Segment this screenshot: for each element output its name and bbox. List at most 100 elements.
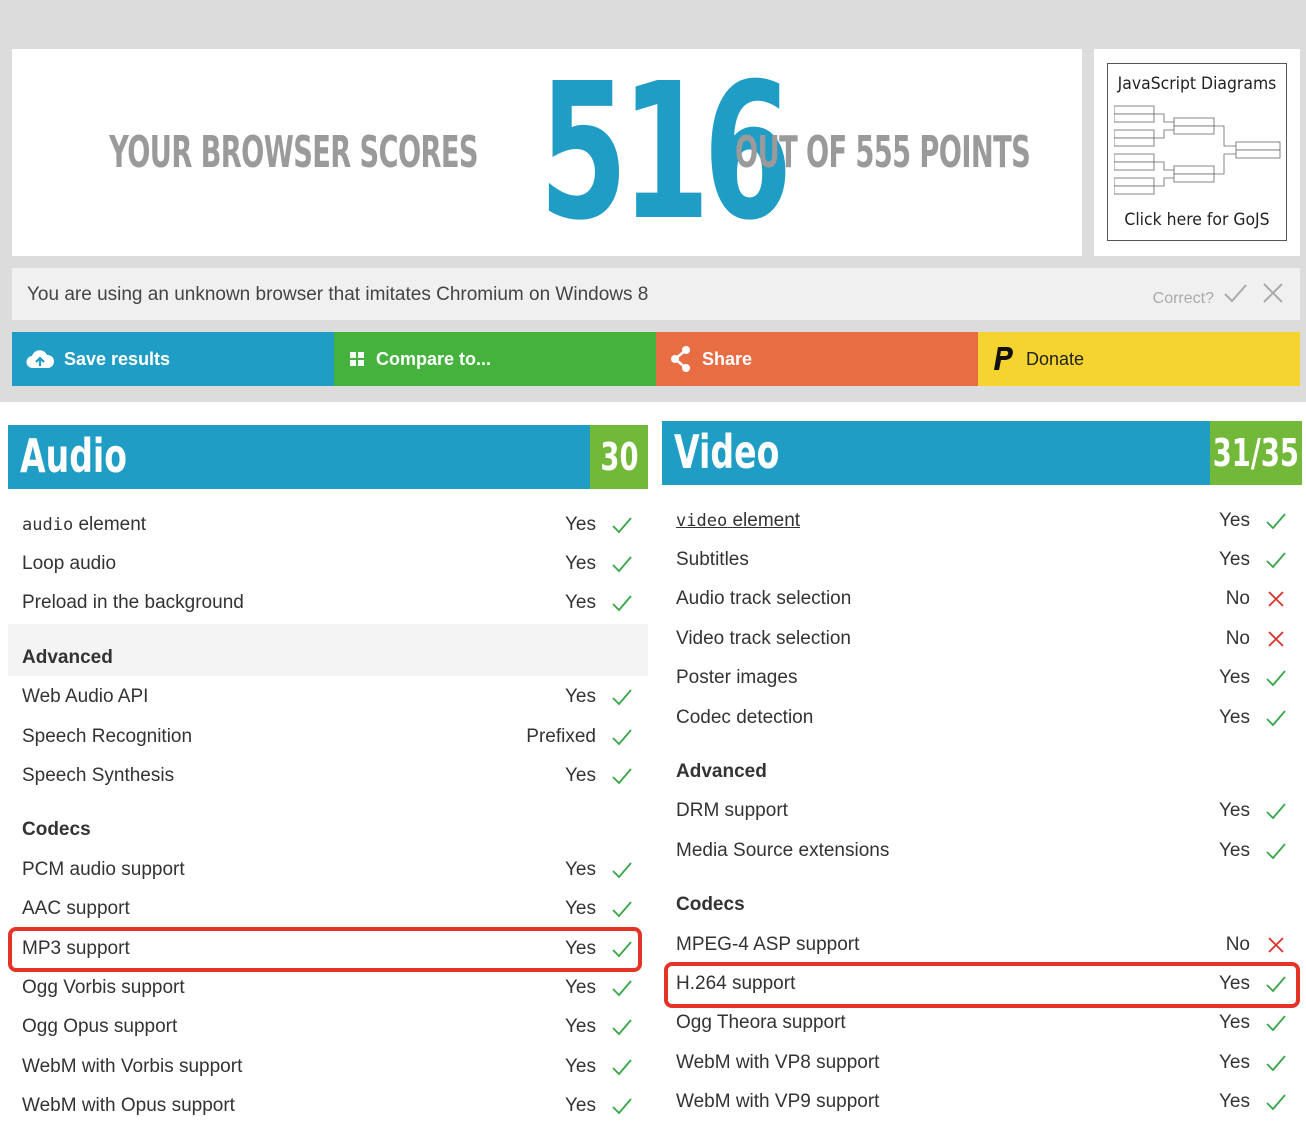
check-icon	[612, 980, 632, 997]
feature-label: Speech Recognition	[22, 726, 192, 748]
check-icon	[612, 556, 632, 573]
action-bar: Save results Compare to... Share Donate	[12, 332, 1300, 386]
feature-row[interactable]: Audio track selection No	[662, 580, 1302, 619]
check-icon	[612, 689, 632, 706]
gojs-ad[interactable]: JavaScript Diagrams Click here for GoJS	[1094, 49, 1300, 256]
feature-text: Loop audio	[22, 552, 117, 574]
feature-label: Ogg Vorbis support	[22, 977, 185, 999]
feature-label: Subtitles	[676, 549, 749, 571]
feature-row[interactable]: Codec detection Yes	[662, 698, 1302, 737]
feature-text: Ogg Vorbis support	[22, 976, 185, 998]
ad-frame[interactable]: JavaScript Diagrams Click here for GoJS	[1107, 63, 1287, 241]
check-icon	[612, 862, 632, 879]
feature-row[interactable]: Speech Recognition Prefixed	[8, 717, 648, 756]
feature-result: Yes	[1219, 509, 1250, 531]
share-label: Share	[702, 348, 753, 369]
feature-row[interactable]: Video track selection No	[662, 619, 1302, 658]
feature-row[interactable]: Speech Synthesis Yes	[8, 756, 648, 795]
feature-row[interactable]: Ogg Theora support Yes	[662, 1004, 1302, 1043]
check-icon	[612, 768, 632, 785]
check-icon	[1266, 1094, 1286, 1111]
audio-title: Audio	[20, 429, 128, 483]
check-icon	[1266, 512, 1286, 529]
check-icon	[612, 728, 632, 745]
donate-button[interactable]: Donate	[978, 332, 1300, 386]
feature-result: Yes	[1219, 1051, 1250, 1073]
feature-row[interactable]: Loop audio Yes	[8, 544, 648, 583]
feature-row[interactable]: WebM with VP9 support Yes	[662, 1083, 1302, 1122]
feature-result: Yes	[1219, 1012, 1250, 1034]
feature-row[interactable]: Subtitles Yes	[662, 540, 1302, 579]
feature-label: Loop audio	[22, 553, 116, 575]
ad-cta[interactable]: Click here for GoJS	[1115, 210, 1279, 230]
feature-label: Media Source extensions	[676, 840, 889, 862]
browser-info-bar: You are using an unknown browser that im…	[12, 268, 1300, 320]
ad-title: JavaScript Diagrams	[1117, 74, 1277, 94]
feature-row[interactable]: video element Yes	[662, 501, 1302, 540]
feature-row[interactable]: PCM audio support Yes	[8, 850, 648, 889]
feature-label: Ogg Theora support	[676, 1012, 846, 1034]
feature-text: MPEG-4 ASP support	[676, 933, 860, 955]
check-icon	[612, 1059, 632, 1076]
feature-label: MPEG-4 ASP support	[676, 934, 859, 956]
feature-text: Preload in the background	[22, 592, 244, 614]
feature-label: Preload in the background	[22, 592, 244, 614]
feature-label[interactable]: video element	[676, 510, 800, 532]
feature-text: Ogg Opus support	[22, 1016, 178, 1038]
feature-row[interactable]: audio element Yes	[8, 505, 648, 544]
feature-text: Web Audio API	[22, 686, 149, 708]
feature-row[interactable]: Ogg Opus support Yes	[8, 1008, 648, 1047]
cross-icon	[1268, 631, 1284, 647]
feature-label: audio element	[22, 514, 146, 536]
compare-to-button[interactable]: Compare to...	[334, 332, 656, 386]
feature-row[interactable]: WebM with Opus support Yes	[8, 1087, 648, 1126]
feature-result: Yes	[565, 592, 596, 614]
confirm-check-icon[interactable]	[1222, 280, 1248, 306]
feature-row[interactable]: Poster images Yes	[662, 659, 1302, 698]
save-results-label: Save results	[64, 348, 171, 369]
section-heading: Advanced	[8, 638, 648, 677]
diagram-thumbnail-icon	[1114, 105, 1281, 195]
feature-label: WebM with VP9 support	[676, 1091, 879, 1113]
feature-result: Yes	[565, 898, 596, 920]
share-button[interactable]: Share	[656, 332, 978, 386]
feature-row[interactable]: WebM with VP8 support Yes	[662, 1043, 1302, 1082]
check-icon	[612, 516, 632, 533]
correct-label: Correct?	[1152, 290, 1214, 307]
section-heading: Advanced	[662, 752, 1302, 791]
feature-result: Yes	[565, 1055, 596, 1077]
check-icon	[1266, 552, 1286, 569]
audio-header: Audio 30	[8, 425, 648, 489]
video-header: Video 31/35	[662, 421, 1302, 485]
check-icon	[612, 595, 632, 612]
feature-text: Advanced	[22, 646, 113, 668]
feature-text: Poster images	[676, 667, 798, 689]
feature-row[interactable]: Media Source extensions Yes	[662, 831, 1302, 870]
feature-row[interactable]: DRM support Yes	[662, 792, 1302, 831]
save-results-button[interactable]: Save results	[12, 332, 334, 386]
feature-code: video	[676, 510, 728, 531]
feature-row[interactable]: MPEG-4 ASP support No	[662, 925, 1302, 964]
feature-row[interactable]: WebM with Vorbis support Yes	[8, 1047, 648, 1086]
section-heading: Codecs	[662, 886, 1302, 925]
feature-label: Speech Synthesis	[22, 765, 174, 787]
feature-text: Advanced	[676, 760, 767, 782]
reject-x-icon[interactable]	[1262, 282, 1284, 304]
share-icon	[671, 346, 690, 372]
feature-label: WebM with VP8 support	[676, 1052, 879, 1074]
feature-text: Codecs	[676, 894, 745, 916]
feature-text: Media Source extensions	[676, 839, 890, 861]
feature-row[interactable]: Web Audio API Yes	[8, 678, 648, 717]
section-label: Advanced	[676, 761, 767, 783]
feature-result: Yes	[565, 764, 596, 786]
feature-result: Yes	[565, 552, 596, 574]
feature-row[interactable]: Ogg Vorbis support Yes	[8, 968, 648, 1007]
grid-icon	[350, 352, 364, 366]
feature-row[interactable]: Preload in the background Yes	[8, 584, 648, 623]
donate-label: Donate	[1026, 348, 1085, 369]
cross-icon	[1268, 936, 1284, 953]
feature-row[interactable]: AAC support Yes	[8, 890, 648, 929]
feature-result: Yes	[565, 686, 596, 708]
check-icon	[1266, 670, 1286, 687]
audio-panel: Audio 30 audio element Yes Loop audio Yes Pr…	[8, 425, 648, 1126]
